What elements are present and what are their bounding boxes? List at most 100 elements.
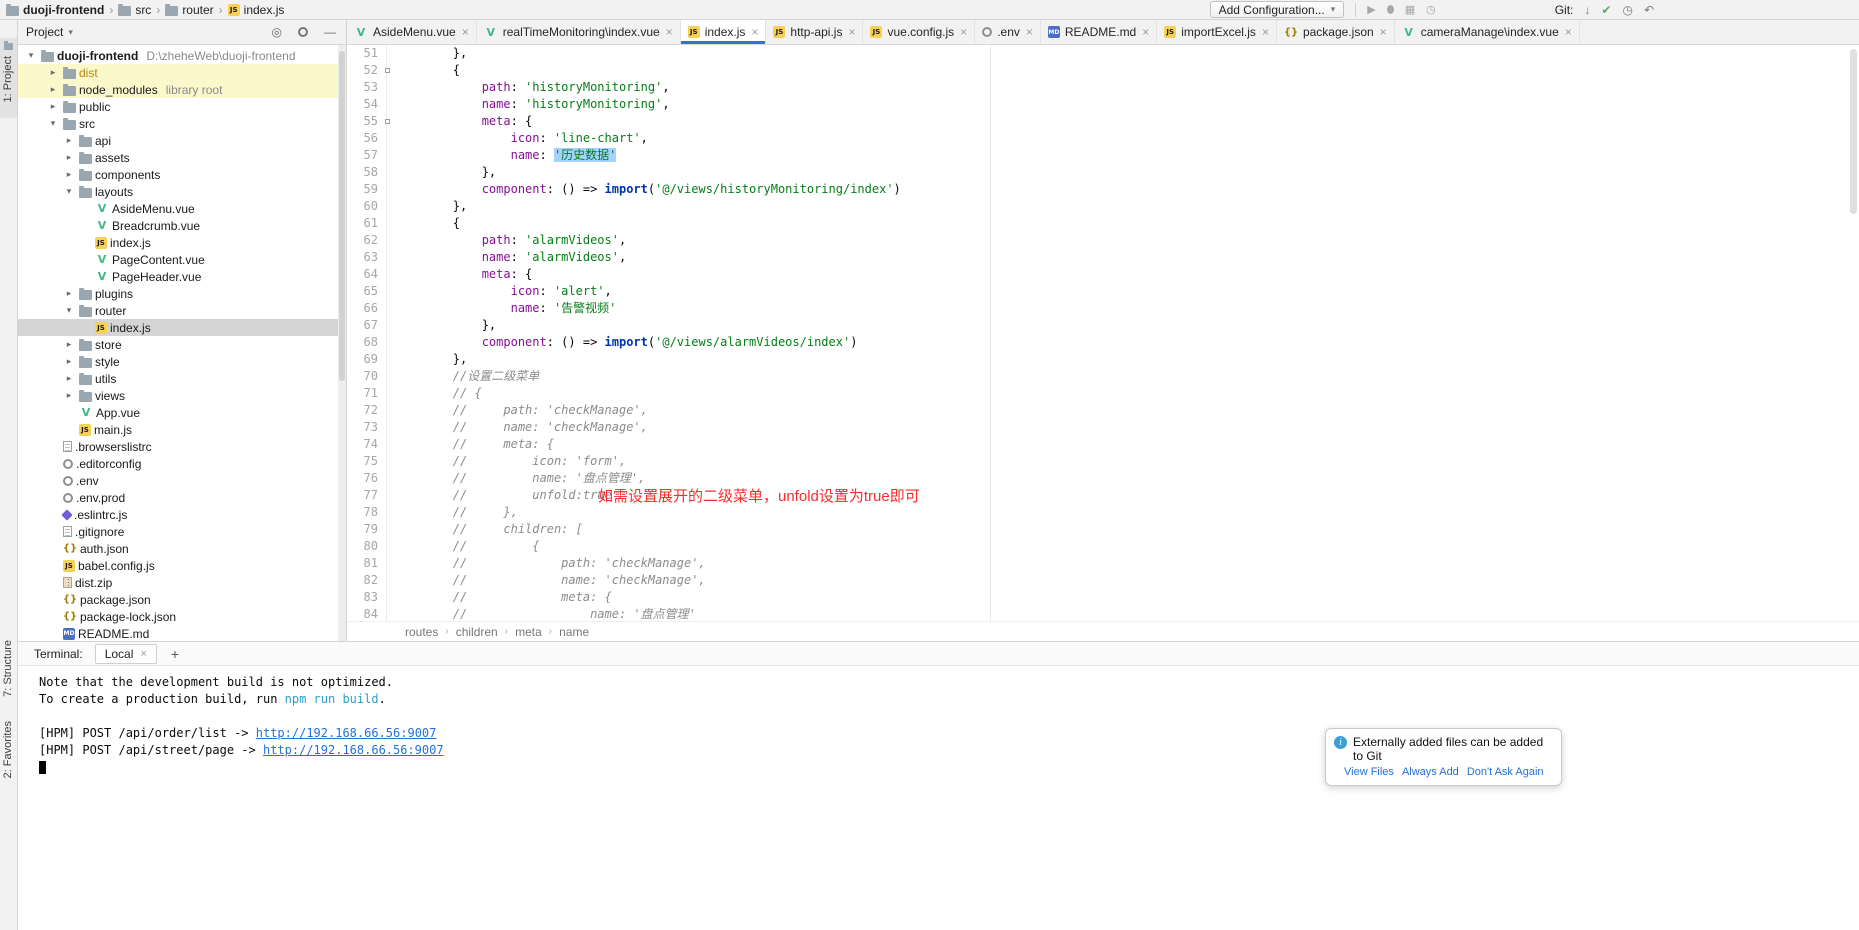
code-line-73[interactable]: 73 // name: 'checkManage',: [347, 419, 1859, 436]
breadcrumb-item-duoji-frontend[interactable]: duoji-frontend: [6, 3, 104, 17]
tree-item-assets[interactable]: ▸assets: [18, 149, 346, 166]
tree-item-api[interactable]: ▸api: [18, 132, 346, 149]
tab-asidemenu-vue[interactable]: VAsideMenu.vue×: [347, 20, 477, 44]
editor-scrollbar[interactable]: [1849, 45, 1858, 621]
code-line-55[interactable]: 55 meta: {: [347, 113, 1859, 130]
tool-window-project-button[interactable]: 1: Project: [2, 56, 14, 102]
tree-item-router[interactable]: ▾router: [18, 302, 346, 319]
close-icon[interactable]: ×: [1565, 25, 1572, 39]
close-icon[interactable]: ×: [1142, 25, 1149, 39]
chevron-icon[interactable]: ▸: [46, 101, 60, 112]
code-line-71[interactable]: 71 // {: [347, 385, 1859, 402]
notification-action-don-t-ask-again[interactable]: Don't Ask Again: [1467, 766, 1544, 778]
code-line-54[interactable]: 54 name: 'historyMonitoring',: [347, 96, 1859, 113]
code-line-77[interactable]: 77 // unfold:true: [347, 487, 1859, 504]
breadcrumb-item-children[interactable]: children: [456, 625, 498, 639]
tree-item-auth-json[interactable]: {}auth.json: [18, 540, 346, 557]
chevron-icon[interactable]: ▸: [62, 356, 76, 367]
code-line-56[interactable]: 56 icon: 'line-chart',: [347, 130, 1859, 147]
locate-file-button[interactable]: ◎: [272, 25, 282, 39]
breadcrumb-item-meta[interactable]: meta: [515, 625, 542, 639]
code-line-52[interactable]: 52 {: [347, 62, 1859, 79]
chevron-icon[interactable]: ▾: [46, 118, 60, 129]
close-icon[interactable]: ×: [960, 25, 967, 39]
tree-item-components[interactable]: ▸components: [18, 166, 346, 183]
terminal-link[interactable]: http://192.168.66.56:9007: [256, 726, 437, 740]
tree-item-style[interactable]: ▸style: [18, 353, 346, 370]
tree-item-breadcrumb-vue[interactable]: VBreadcrumb.vue: [18, 217, 346, 234]
code-line-81[interactable]: 81 // path: 'checkManage',: [347, 555, 1859, 572]
tree-item-asidemenu-vue[interactable]: VAsideMenu.vue: [18, 200, 346, 217]
code-line-79[interactable]: 79 // children: [: [347, 521, 1859, 538]
breadcrumb-item-router[interactable]: router: [165, 3, 213, 17]
fold-icon[interactable]: [385, 119, 390, 124]
chevron-icon[interactable]: ▾: [24, 50, 38, 61]
project-panel-title[interactable]: Project: [26, 25, 63, 39]
breadcrumb-item-routes[interactable]: routes: [405, 625, 438, 639]
tree-item-public[interactable]: ▸public: [18, 98, 346, 115]
tree-item-env-prod[interactable]: .env.prod: [18, 489, 346, 506]
code-line-74[interactable]: 74 // meta: {: [347, 436, 1859, 453]
close-icon[interactable]: ×: [1262, 25, 1269, 39]
tree-item-plugins[interactable]: ▸plugins: [18, 285, 346, 302]
tree-item-dist-zip[interactable]: dist.zip: [18, 574, 346, 591]
breadcrumb-item-src[interactable]: src: [118, 3, 151, 17]
new-terminal-button[interactable]: +: [171, 646, 179, 662]
tree-item-index-js[interactable]: JSindex.js: [18, 234, 346, 251]
tree-item-env[interactable]: .env: [18, 472, 346, 489]
close-icon[interactable]: ×: [1380, 25, 1387, 39]
git-rollback-icon[interactable]: ↶: [1644, 3, 1654, 17]
chevron-icon[interactable]: ▸: [62, 390, 76, 401]
tool-window-favorites-button[interactable]: 2: Favorites: [2, 721, 14, 778]
run-button[interactable]: ▶: [1367, 3, 1375, 16]
close-icon[interactable]: ×: [140, 648, 146, 660]
tree-item-app-vue[interactable]: VApp.vue: [18, 404, 346, 421]
chevron-icon[interactable]: ▸: [62, 152, 76, 163]
chevron-icon[interactable]: ▸: [46, 84, 60, 95]
code-line-59[interactable]: 59 component: () => import('@/views/hist…: [347, 181, 1859, 198]
code-line-82[interactable]: 82 // name: 'checkManage',: [347, 572, 1859, 589]
tree-item-pagecontent-vue[interactable]: VPageContent.vue: [18, 251, 346, 268]
close-icon[interactable]: ×: [1026, 25, 1033, 39]
tree-item-dist[interactable]: ▸dist: [18, 64, 346, 81]
tree-item-package-lock-json[interactable]: {}package-lock.json: [18, 608, 346, 625]
terminal-output[interactable]: Note that the development build is not o…: [18, 666, 1859, 930]
notification-action-always-add[interactable]: Always Add: [1402, 766, 1459, 778]
code-line-57[interactable]: 57 name: '历史数据': [347, 147, 1859, 164]
tree-item-duoji-frontend[interactable]: ▾duoji-frontendD:\zheheWeb\duoji-fronten…: [18, 47, 346, 64]
code-line-84[interactable]: 84 // name: '盘点管理': [347, 606, 1859, 621]
tree-item-pageheader-vue[interactable]: VPageHeader.vue: [18, 268, 346, 285]
breadcrumb-item-index-js[interactable]: JSindex.js: [228, 3, 285, 17]
run-configuration-selector[interactable]: Add Configuration... ▾: [1210, 1, 1345, 18]
tab-http-api-js[interactable]: JShttp-api.js×: [766, 20, 863, 44]
tab-readme-md[interactable]: MDREADME.md×: [1041, 20, 1157, 44]
tab-cameramanage-index-vue[interactable]: VcameraManage\index.vue×: [1395, 20, 1580, 44]
tab-package-json[interactable]: {}package.json×: [1277, 20, 1395, 44]
code-line-67[interactable]: 67 },: [347, 317, 1859, 334]
code-line-72[interactable]: 72 // path: 'checkManage',: [347, 402, 1859, 419]
git-commit-icon[interactable]: ✔: [1601, 3, 1611, 17]
code-line-61[interactable]: 61 {: [347, 215, 1859, 232]
project-scrollbar[interactable]: [338, 45, 346, 641]
tree-item-browserslistrc[interactable]: .browserslistrc: [18, 438, 346, 455]
chevron-icon[interactable]: ▸: [62, 339, 76, 350]
chevron-icon[interactable]: ▸: [62, 169, 76, 180]
tree-item-editorconfig[interactable]: .editorconfig: [18, 455, 346, 472]
code-line-83[interactable]: 83 // meta: {: [347, 589, 1859, 606]
scrollbar-thumb[interactable]: [339, 51, 345, 381]
close-icon[interactable]: ×: [666, 25, 673, 39]
tool-window-structure-button[interactable]: 7: Structure: [2, 640, 14, 697]
code-line-64[interactable]: 64 meta: {: [347, 266, 1859, 283]
tree-item-main-js[interactable]: JSmain.js: [18, 421, 346, 438]
code-line-80[interactable]: 80 // {: [347, 538, 1859, 555]
chevron-icon[interactable]: ▸: [62, 135, 76, 146]
code-line-51[interactable]: 51 },: [347, 45, 1859, 62]
terminal-tab-local[interactable]: Local ×: [95, 644, 157, 664]
tree-item-utils[interactable]: ▸utils: [18, 370, 346, 387]
close-icon[interactable]: ×: [848, 25, 855, 39]
code-line-76[interactable]: 76 // name: '盘点管理',: [347, 470, 1859, 487]
tree-item-readme-md[interactable]: MDREADME.md: [18, 625, 346, 641]
chevron-icon[interactable]: ▸: [62, 373, 76, 384]
tree-item-node-modules[interactable]: ▸node_moduleslibrary root: [18, 81, 346, 98]
hide-panel-button[interactable]: ―: [324, 25, 336, 39]
